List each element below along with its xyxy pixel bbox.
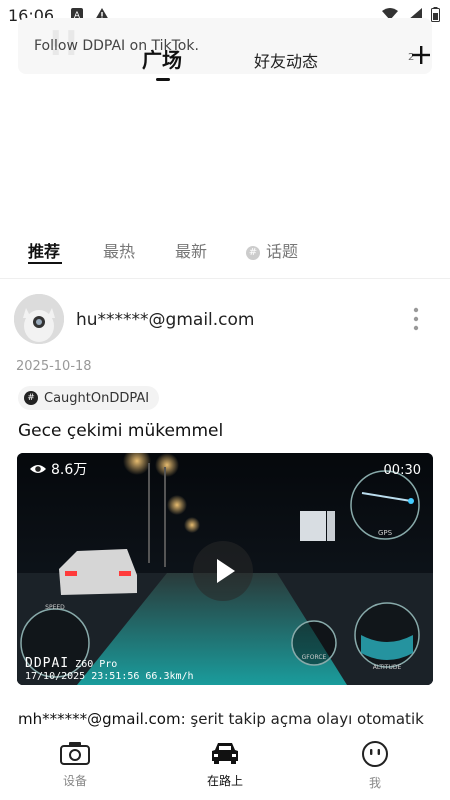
- play-icon: [217, 559, 235, 583]
- post-date: 2025-10-18: [16, 359, 92, 374]
- divider: [0, 278, 450, 279]
- tab-plaza[interactable]: 广场: [142, 44, 182, 73]
- subtab-latest[interactable]: 最新: [175, 238, 207, 262]
- subtab-hot[interactable]: 最热: [103, 238, 135, 262]
- bottom-nav: 设备 在路上 我: [0, 734, 450, 800]
- play-button[interactable]: [193, 541, 253, 601]
- video-player[interactable]: SPEED GPS GFORCE ALTITUDE 8.6万 00:30 DDP…: [17, 453, 433, 685]
- nav-device-label: 设备: [62, 774, 87, 788]
- nav-device[interactable]: 设备: [35, 740, 115, 789]
- nav-on-road[interactable]: 在路上: [185, 740, 265, 789]
- battery-icon: [431, 7, 440, 22]
- comment-preview[interactable]: mh******@gmail.com: şerit takip açma ola…: [18, 710, 424, 728]
- avatar[interactable]: [14, 294, 64, 344]
- altitude-gauge-label: ALTITUDE: [373, 664, 402, 671]
- subtab-topics[interactable]: # 话题: [246, 238, 298, 262]
- topic-tag-label: CaughtOnDDPAI: [44, 390, 150, 406]
- tab-friends-feed[interactable]: 好友动态: [254, 48, 318, 72]
- camera-icon: [60, 742, 90, 765]
- tab-active-indicator: [156, 78, 170, 81]
- gforce-gauge-label: GFORCE: [302, 654, 327, 661]
- profile-face-icon: [362, 741, 388, 767]
- video-duration: 00:30: [383, 463, 421, 478]
- post-author[interactable]: hu******@gmail.com: [76, 310, 254, 330]
- more-options-icon[interactable]: [412, 306, 420, 332]
- eye-icon: [30, 465, 46, 473]
- watermark-brand: DDPAI: [25, 656, 70, 671]
- comment-author: mh******@gmail.com: [18, 710, 181, 728]
- subtab-recommend[interactable]: 推荐: [28, 238, 60, 262]
- view-count: 8.6万: [29, 459, 87, 479]
- view-count-value: 8.6万: [51, 462, 88, 478]
- post-header: hu******@gmail.com: [0, 292, 450, 348]
- subtab-topics-label: 话题: [266, 242, 299, 261]
- nav-me-label: 我: [368, 776, 381, 790]
- nav-on-road-label: 在路上: [206, 774, 243, 788]
- watermark-timestamp: 17/10/2025 23:51:56 66.3km/h: [25, 671, 194, 682]
- watermark-model: Z60 Pro: [75, 659, 118, 670]
- plus-icon[interactable]: [410, 44, 432, 66]
- subtab-active-indicator: [28, 262, 62, 264]
- topic-tag-chip[interactable]: # CaughtOnDDPAI: [18, 386, 160, 410]
- speed-gauge-label: SPEED: [45, 604, 65, 611]
- top-tabs: 广场 好友动态 2: [0, 38, 450, 86]
- comment-text: : şerit takip açma olayı otomatik: [180, 710, 424, 728]
- gps-gauge-label: GPS: [378, 529, 393, 537]
- avatar-mascot-icon: [14, 294, 64, 344]
- dashcam-watermark: DDPAI Z60 Pro 17/10/2025 23:51:56 66.3km…: [25, 656, 194, 683]
- feed-sub-tabs: 推荐 最热 最新 # 话题: [0, 234, 450, 268]
- nav-me[interactable]: 我: [335, 740, 415, 791]
- hashtag-icon: #: [246, 245, 260, 260]
- post-caption: Gece çekimi mükemmel: [18, 421, 224, 441]
- hashtag-icon: #: [24, 391, 38, 405]
- car-icon: [212, 743, 238, 764]
